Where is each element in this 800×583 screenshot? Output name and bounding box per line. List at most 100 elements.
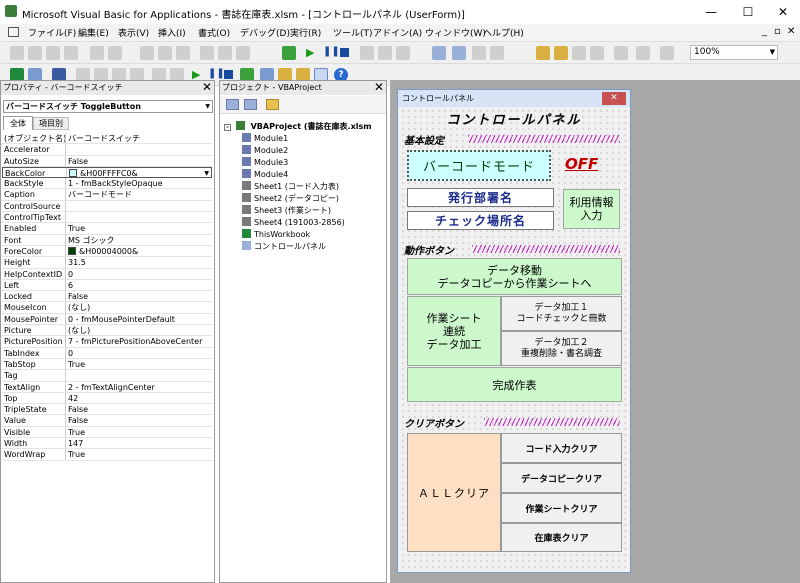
mdi-minimize-icon[interactable]: _ xyxy=(762,26,767,37)
property-value[interactable]: True xyxy=(66,449,212,459)
property-value[interactable]: False xyxy=(66,415,212,425)
property-value[interactable]: False xyxy=(66,291,212,301)
horizontal-spacing-icon[interactable] xyxy=(614,46,628,60)
property-row[interactable]: BackColor &H00FFFFC0& ▼ xyxy=(2,166,212,179)
property-value[interactable]: 0 - fmMousePointerDefault xyxy=(66,314,212,324)
reset-icon[interactable] xyxy=(224,70,233,79)
design-mode-icon[interactable] xyxy=(282,46,296,60)
tree-item[interactable]: Sheet2 (データコピー) xyxy=(242,193,372,205)
comment-icon[interactable] xyxy=(158,46,172,60)
property-value[interactable]: バーコードスイッチ xyxy=(66,133,212,143)
send-back-icon[interactable] xyxy=(28,46,42,60)
property-row[interactable]: TabIndex 0 xyxy=(2,347,212,359)
property-row[interactable]: Enabled True xyxy=(2,223,212,235)
property-row[interactable]: Picture (なし) xyxy=(2,325,212,337)
center-in-form-icon[interactable] xyxy=(660,46,674,60)
property-value[interactable]: バーコードモード xyxy=(66,189,212,199)
property-row[interactable]: ControlTipText xyxy=(2,212,212,224)
property-value[interactable]: (なし) xyxy=(66,325,212,335)
property-value[interactable]: True xyxy=(66,223,212,233)
property-value[interactable]: True xyxy=(66,359,212,369)
property-value[interactable]: 31.5 xyxy=(66,257,212,267)
property-row[interactable]: Top 42 xyxy=(2,392,212,405)
menu-tools[interactable]: ツール(T) xyxy=(333,26,373,39)
menu-debug[interactable]: デバッグ(D) xyxy=(240,26,290,39)
property-value[interactable]: &H00FFFFC0& ▼ xyxy=(67,168,211,177)
tree-item[interactable]: Module1 xyxy=(242,133,372,145)
property-value[interactable]: 0 xyxy=(66,269,212,279)
prev-bookmark-icon[interactable] xyxy=(236,46,250,60)
immediate-icon[interactable] xyxy=(452,46,466,60)
run-icon[interactable]: ▶ xyxy=(306,46,314,59)
group-icon[interactable] xyxy=(46,46,60,60)
close-window-button[interactable]: ✕ xyxy=(766,0,800,24)
view-code-icon[interactable] xyxy=(226,99,239,110)
property-value[interactable] xyxy=(66,144,212,154)
menu-window[interactable]: ウィンドウ(W) xyxy=(425,26,486,39)
bookmark-icon[interactable] xyxy=(200,46,214,60)
property-row[interactable]: PicturePosition 7 - fmPicturePositionAbov… xyxy=(2,336,212,348)
bring-front-icon[interactable] xyxy=(10,46,24,60)
align-centers-icon[interactable] xyxy=(554,46,568,60)
step-out-icon[interactable] xyxy=(396,46,410,60)
property-row[interactable]: HelpContextID 0 xyxy=(2,268,212,280)
tree-item[interactable]: コントロールパネル xyxy=(242,241,372,253)
call-stack-icon[interactable] xyxy=(490,46,504,60)
property-value[interactable]: False xyxy=(66,156,212,166)
property-value[interactable]: 7 - fmPicturePositionAboveCenter xyxy=(66,336,212,346)
user-info-button[interactable]: 利用情報 入力 xyxy=(563,189,620,229)
maximize-button[interactable]: ☐ xyxy=(731,0,765,24)
size-to-grid-icon[interactable] xyxy=(590,46,604,60)
data-copy-clear-button[interactable]: データコピークリア xyxy=(501,463,622,493)
data-process-2-button[interactable]: データ加工２ 重複削除・書名調査 xyxy=(501,331,622,366)
vertical-spacing-icon[interactable] xyxy=(636,46,650,60)
property-row[interactable]: (オブジェクト名) バーコードスイッチ xyxy=(2,133,212,145)
make-same-size-icon[interactable] xyxy=(572,46,586,60)
menu-format[interactable]: 書式(O) xyxy=(198,26,230,39)
property-value[interactable]: 2 - fmTextAlignCenter xyxy=(66,382,212,392)
stock-table-clear-button[interactable]: 在庫表クリア xyxy=(501,523,622,552)
toggle-folders-icon[interactable] xyxy=(266,99,279,110)
property-row[interactable]: Locked False xyxy=(2,291,212,303)
property-value[interactable]: 42 xyxy=(66,393,212,403)
tree-root[interactable]: - VBAProject (書誌在庫表.xlsm xyxy=(224,121,372,133)
indent-icon[interactable] xyxy=(90,46,104,60)
property-row[interactable]: Visible True xyxy=(2,426,212,439)
close-project-icon[interactable]: ✕ xyxy=(374,81,384,94)
property-row[interactable]: TabStop True xyxy=(2,358,212,371)
property-row[interactable]: Tag xyxy=(2,370,212,382)
watch-icon[interactable] xyxy=(472,46,486,60)
menu-file[interactable]: ファイル(F) xyxy=(28,26,76,39)
finish-table-button[interactable]: 完成作表 xyxy=(407,367,622,402)
property-row[interactable]: Left 6 xyxy=(2,279,212,292)
all-clear-button[interactable]: ＡＬＬクリア xyxy=(407,433,501,552)
property-value[interactable]: False xyxy=(66,404,212,414)
tree-item[interactable]: Module4 xyxy=(242,169,372,181)
menu-insert[interactable]: 挿入(I) xyxy=(158,26,186,39)
property-row[interactable]: MouseIcon (なし) xyxy=(2,302,212,314)
system-menu-icon[interactable] xyxy=(8,27,19,37)
property-row[interactable]: AutoSize False xyxy=(2,155,212,167)
property-row[interactable]: Accelerator xyxy=(2,144,212,156)
step-over-icon[interactable] xyxy=(378,46,392,60)
property-value[interactable]: 147 xyxy=(66,438,212,448)
object-select[interactable]: バーコードスイッチ ToggleButton ▼ xyxy=(3,100,213,113)
property-row[interactable]: ForeColor &H00004000& xyxy=(2,245,212,258)
view-object-icon[interactable] xyxy=(244,99,257,110)
property-value[interactable] xyxy=(66,201,212,211)
outdent-icon[interactable] xyxy=(108,46,122,60)
uncomment-icon[interactable] xyxy=(176,46,190,60)
close-properties-icon[interactable]: ✕ xyxy=(202,81,212,94)
property-row[interactable]: WordWrap True xyxy=(2,449,212,461)
tree-item[interactable]: Sheet1 (コード入力表) xyxy=(242,181,372,193)
work-sheet-clear-button[interactable]: 作業シートクリア xyxy=(501,493,622,523)
property-row[interactable]: Height 31.5 xyxy=(2,257,212,269)
data-process-1-button[interactable]: データ加工１ コードチェックと冊数 xyxy=(501,296,622,331)
minimize-button[interactable]: — xyxy=(694,0,728,24)
breakpoint-icon[interactable] xyxy=(140,46,154,60)
pause-icon[interactable]: ❚❚ xyxy=(323,46,340,57)
code-input-clear-button[interactable]: コード入力クリア xyxy=(501,433,622,463)
property-value[interactable]: (なし) xyxy=(66,302,212,312)
break-icon[interactable]: ❚❚ xyxy=(208,68,225,79)
tab-category[interactable]: 項目別 xyxy=(33,117,69,130)
